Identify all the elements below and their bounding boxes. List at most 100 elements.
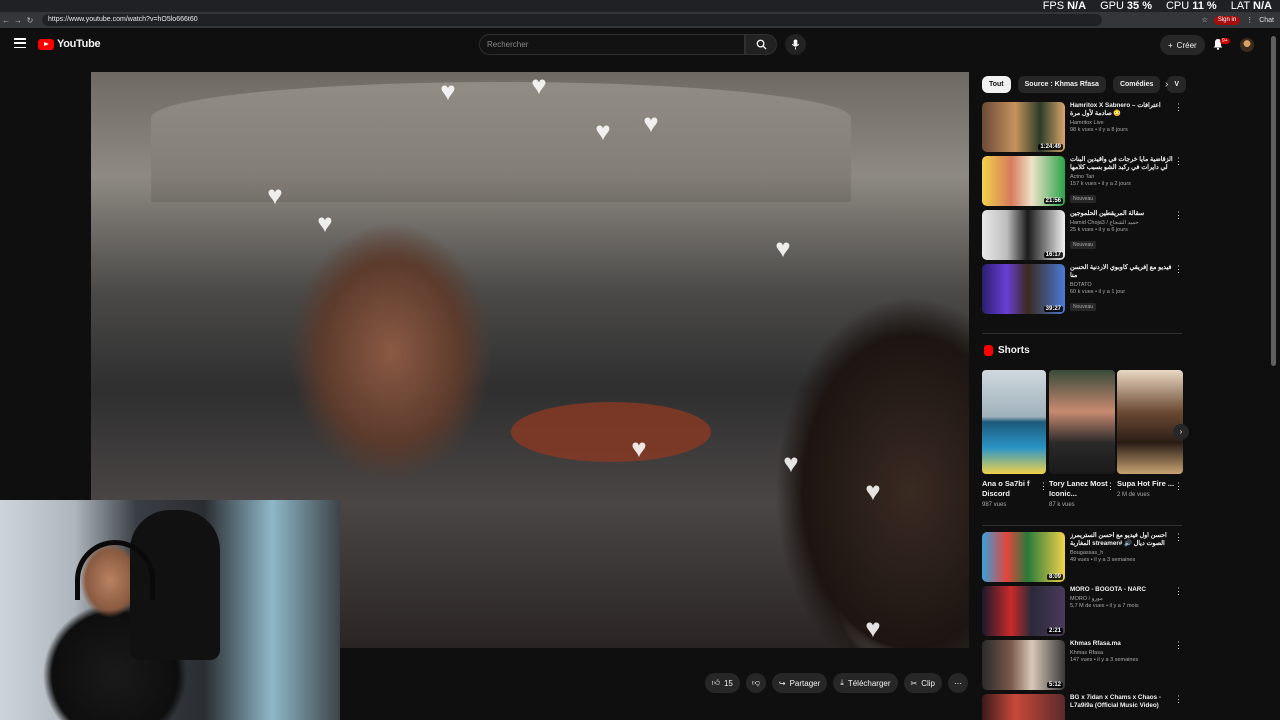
more-actions-button[interactable]: ⋯ bbox=[948, 673, 968, 693]
youtube-logo-text: YouTube bbox=[57, 38, 101, 50]
recommended-video[interactable]: 2:21 MORO - BOGOTA - NARC MORO / مورو 5,… bbox=[982, 586, 1183, 638]
forward-icon[interactable]: → bbox=[12, 16, 24, 25]
video-info: فيديو مع إفريقي كاوبوي الاردنية الحسن من… bbox=[1070, 264, 1183, 316]
more-vertical-icon[interactable]: ⋮ bbox=[1174, 157, 1183, 166]
more-vertical-icon[interactable]: ⋮ bbox=[1174, 265, 1183, 274]
short-views: 87 k vues bbox=[1049, 502, 1075, 508]
back-icon[interactable]: ← bbox=[0, 16, 12, 25]
video-title[interactable]: BG x 7idan x Chams x Chaos - L7a9i9a (Of… bbox=[1070, 694, 1175, 710]
search-button[interactable] bbox=[745, 34, 777, 55]
more-vertical-icon[interactable]: ⋮ bbox=[1174, 641, 1183, 650]
channel-name[interactable]: Actno Tari bbox=[1070, 174, 1175, 180]
video-thumbnail[interactable]: 8:09 bbox=[982, 532, 1065, 582]
download-label: Télécharger bbox=[847, 678, 891, 688]
more-vertical-icon[interactable]: ⋮ bbox=[1174, 695, 1182, 704]
more-vertical-icon[interactable]: ⋮ bbox=[1174, 533, 1183, 542]
chip-more[interactable]: V bbox=[1167, 76, 1187, 93]
video-title[interactable]: فيديو مع إفريقي كاوبوي الاردنية الحسن من… bbox=[1070, 264, 1175, 280]
video-thumbnail[interactable]: 1:24:49 bbox=[982, 102, 1065, 152]
reload-icon[interactable]: ↻ bbox=[24, 16, 36, 25]
lat-label: LAT bbox=[1230, 0, 1251, 12]
channel-name[interactable]: BOTATO bbox=[1070, 282, 1175, 288]
video-title[interactable]: Hamritox X Sabnero – اعترافات صادمة لأول… bbox=[1070, 102, 1175, 118]
video-title[interactable]: Khmas Rfasa.ma bbox=[1070, 640, 1175, 648]
duration-badge: 8:09 bbox=[1046, 574, 1063, 580]
create-button[interactable]: + Créer bbox=[1160, 35, 1205, 55]
youtube-logo[interactable]: YouTube bbox=[38, 38, 101, 50]
recommended-video[interactable]: 16:17 سقالة المريقطين الحلموجين Hamid Ch… bbox=[982, 210, 1183, 262]
short-thumbnail[interactable] bbox=[982, 370, 1046, 474]
video-thumbnail[interactable]: 16:17 bbox=[982, 210, 1065, 260]
menu-kebab-icon[interactable]: ⋮ bbox=[1246, 16, 1253, 24]
scissors-icon: ✂ bbox=[910, 678, 918, 688]
youtube-header: YouTube Rechercher + Créer bbox=[0, 28, 1280, 62]
recommended-video[interactable]: 39:27 فيديو مع إفريقي كاوبوي الاردنية ال… bbox=[982, 264, 1183, 316]
download-button[interactable]: ⤓ Télécharger bbox=[833, 673, 898, 693]
duration-badge: 1:24:49 bbox=[1038, 144, 1063, 150]
video-title[interactable]: أحسن أول فيديو مع أحسن الستريمرز المغارب… bbox=[1070, 532, 1175, 548]
page-scrollbar[interactable] bbox=[1271, 36, 1276, 366]
short-views: 987 vues bbox=[982, 502, 1007, 508]
video-title[interactable]: MORO - BOGOTA - NARC bbox=[1070, 586, 1175, 594]
chip-comedies[interactable]: Comédies bbox=[1112, 76, 1161, 93]
filter-chips: Tout Source : Khmas Rfasa Comédies V bbox=[982, 76, 1187, 93]
heart-overlay-icon: ♥ bbox=[595, 116, 611, 146]
recommended-video[interactable]: 21:56 الزقاضية مايا خرجات في واقيدين الب… bbox=[982, 156, 1183, 208]
recommended-video[interactable]: 8:09 أحسن أول فيديو مع أحسن الستريمرز ال… bbox=[982, 532, 1183, 584]
recommended-video[interactable]: 1:24:49 Hamritox X Sabnero – اعترافات صا… bbox=[982, 102, 1183, 154]
channel-name[interactable]: Hamid Choja3 / حميد الشجاع bbox=[1070, 220, 1175, 226]
channel-name[interactable]: Bougassas_h bbox=[1070, 550, 1175, 556]
more-vertical-icon[interactable]: ⋮ bbox=[1174, 211, 1183, 220]
video-title[interactable]: سقالة المريقطين الحلموجين bbox=[1070, 210, 1175, 218]
chevron-right-icon[interactable]: › bbox=[1165, 79, 1168, 90]
account-avatar[interactable] bbox=[1240, 38, 1254, 52]
video-thumbnail[interactable]: 5:12 bbox=[982, 640, 1065, 690]
heart-overlay-icon: ♥ bbox=[531, 72, 547, 100]
clip-button[interactable]: ✂ Clip bbox=[903, 673, 942, 693]
signin-button[interactable]: Sign in bbox=[1213, 15, 1241, 25]
recommended-video[interactable]: BG x 7idan x Chams x Chaos - L7a9i9a (Of… bbox=[982, 694, 1182, 720]
bookmark-star-icon[interactable]: ☆ bbox=[1202, 16, 1208, 24]
more-vertical-icon[interactable]: ⋮ bbox=[1174, 587, 1183, 596]
voice-search-button[interactable] bbox=[785, 34, 806, 55]
video-thumbnail[interactable]: 21:56 bbox=[982, 156, 1065, 206]
more-vertical-icon[interactable]: ⋮ bbox=[1039, 482, 1048, 491]
download-icon: ⤓ bbox=[840, 678, 844, 687]
menu-icon[interactable] bbox=[14, 37, 26, 49]
chip-all[interactable]: Tout bbox=[982, 76, 1011, 93]
more-vertical-icon[interactable]: ⋮ bbox=[1174, 103, 1183, 112]
chevron-right-icon[interactable]: › bbox=[1173, 424, 1189, 440]
channel-name[interactable]: MORO / مورو bbox=[1070, 596, 1175, 602]
duration-badge: 16:17 bbox=[1043, 252, 1063, 258]
lat-value: N/A bbox=[1253, 0, 1272, 12]
more-vertical-icon[interactable]: ⋮ bbox=[1106, 482, 1115, 491]
short-title[interactable]: Tory Lanez Most Iconic... bbox=[1049, 479, 1113, 499]
share-button[interactable]: ↪ Partager bbox=[771, 673, 828, 693]
short-caption: Tory Lanez Most Iconic... 87 k vues ⋮ bbox=[1049, 479, 1115, 508]
webcam-overlay bbox=[0, 500, 340, 720]
short-title[interactable]: Ana o Sa7bi f Discord bbox=[982, 479, 1046, 499]
recommended-video[interactable]: 5:12 Khmas Rfasa.ma Khmas Rfasa 147 vues… bbox=[982, 640, 1183, 692]
video-title[interactable]: الزقاضية مايا خرجات في واقيدين البنات لي… bbox=[1070, 156, 1175, 172]
section-divider bbox=[982, 333, 1182, 334]
short-thumbnail[interactable] bbox=[1049, 370, 1115, 474]
short-thumbnail[interactable] bbox=[1117, 370, 1183, 474]
chat-button[interactable]: Chat bbox=[1259, 17, 1274, 24]
more-vertical-icon[interactable]: ⋮ bbox=[1174, 482, 1183, 491]
like-button[interactable]: 👍︎ 15 bbox=[704, 673, 740, 693]
video-thumbnail[interactable] bbox=[982, 694, 1065, 720]
video-thumbnail[interactable]: 39:27 bbox=[982, 264, 1065, 314]
plus-icon: + bbox=[1168, 40, 1173, 50]
video-info: سقالة المريقطين الحلموجين Hamid Choja3 /… bbox=[1070, 210, 1183, 262]
chip-source[interactable]: Source : Khmas Rfasa bbox=[1017, 76, 1106, 93]
channel-name[interactable]: Khmas Rfasa bbox=[1070, 650, 1175, 656]
short-title[interactable]: Supa Hot Fire ... bbox=[1117, 479, 1181, 489]
performance-overlay: FPS N/A GPU 35 % CPU 11 % LAT N/A bbox=[1043, 0, 1272, 12]
dislike-button[interactable]: 👎︎ bbox=[745, 673, 766, 693]
video-thumbnail[interactable]: 2:21 bbox=[982, 586, 1065, 636]
address-bar[interactable]: https://www.youtube.com/watch?v=hO5lo666… bbox=[42, 14, 1102, 26]
channel-name[interactable]: Hamritox Live bbox=[1070, 120, 1175, 126]
share-icon: ↪ bbox=[778, 678, 786, 688]
video-meta: 5,7 M de vues • il y a 7 mois bbox=[1070, 603, 1139, 609]
search-input[interactable]: Rechercher bbox=[479, 34, 745, 55]
